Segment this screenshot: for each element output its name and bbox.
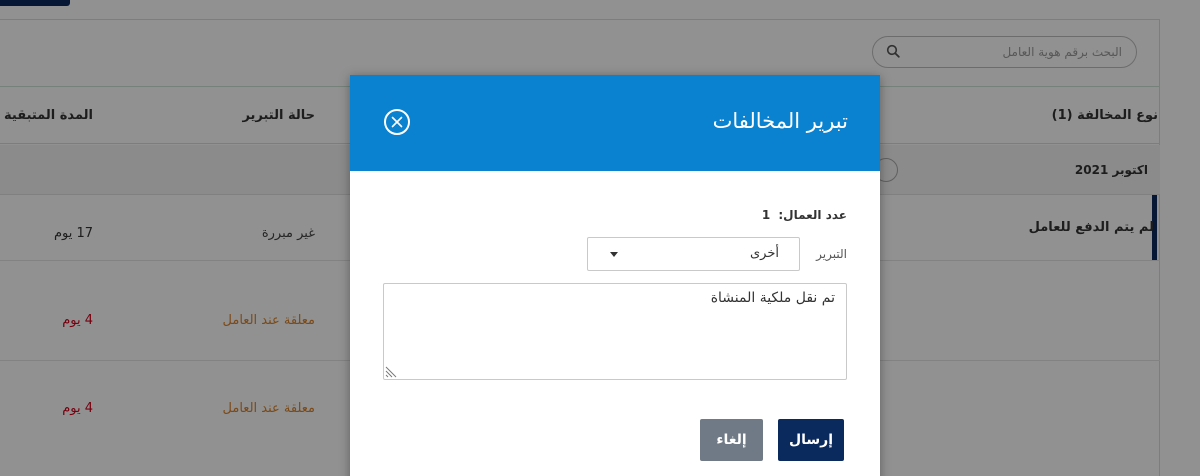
caret-down-icon [610,252,618,257]
worker-count-value: 1 [761,208,771,222]
justification-textarea[interactable]: تم نقل ملكية المنشاة [383,283,847,380]
worker-count: عدد العمال: 1 [758,208,847,222]
textarea-value: تم نقل ملكية المنشاة [710,290,835,306]
justification-select[interactable]: أخرى [587,237,800,271]
justification-selected-value: أخرى [750,246,779,261]
justification-label: التبرير [816,247,847,261]
dialog-header: تبرير المخالفات [350,75,880,171]
dialog-title: تبرير المخالفات [712,109,848,133]
close-circle-icon[interactable] [384,109,410,135]
resize-grip-icon[interactable] [385,366,397,378]
worker-count-label: عدد العمال: [778,208,847,222]
send-button[interactable]: إرسال [778,419,844,461]
justify-violations-dialog: تبرير المخالفات عدد العمال: 1 التبرير أخ… [350,75,880,476]
cancel-button[interactable]: إلغاء [700,419,763,461]
